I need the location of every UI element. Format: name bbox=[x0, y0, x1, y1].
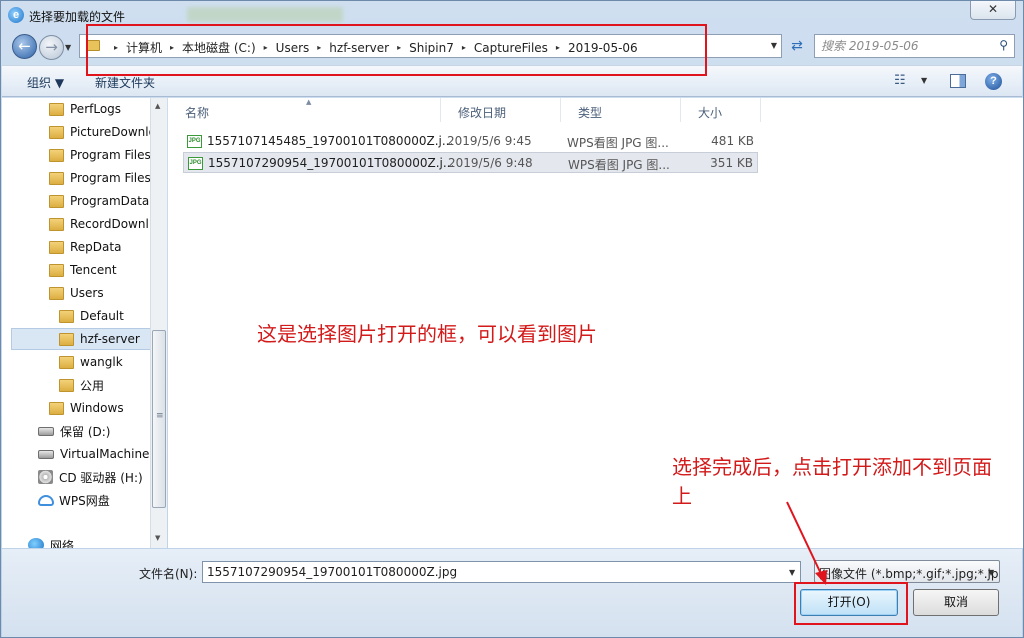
annotation-arrow bbox=[786, 501, 827, 585]
